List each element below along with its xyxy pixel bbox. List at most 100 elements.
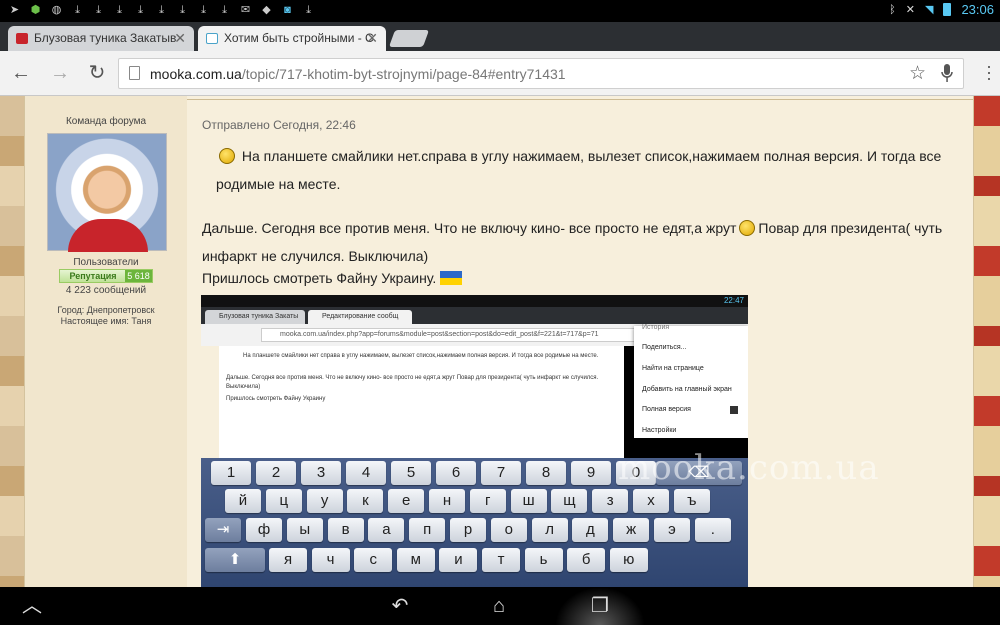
system-nav-bar: ︿ ↶ ⌂ ❐ — [0, 587, 1000, 625]
tab-key-icon: ⇥ — [205, 518, 241, 542]
keyboard-key: ф — [246, 518, 282, 542]
back-nav-icon[interactable]: ↶ — [380, 593, 420, 619]
keyboard-key: 1 — [211, 461, 251, 485]
screenshot-status-bar: 22:47 — [201, 295, 748, 307]
tab-2[interactable]: Хотим быть стройными - С ✕ — [198, 26, 386, 51]
app-icon: ◙ — [284, 4, 291, 16]
keyboard-key: 4 — [346, 461, 386, 485]
download-icon: ⤓ — [75, 4, 80, 16]
reload-button[interactable]: ↻ — [84, 61, 110, 87]
tab-title: Блузовая туника Закатыв — [34, 31, 177, 45]
checkbox-checked-icon — [730, 406, 738, 414]
keyboard-key: ш — [510, 489, 547, 513]
tab-1[interactable]: Блузовая туника Закатыв ✕ — [8, 26, 194, 51]
screenshot-clock: 22:47 — [723, 296, 744, 305]
home-icon[interactable]: ⌂ — [479, 593, 519, 619]
recent-apps-icon[interactable]: ❐ — [580, 593, 620, 619]
keyboard-key: е — [388, 489, 425, 513]
screenshot-tab-1: Блузовая туника Закаты — [205, 310, 305, 324]
forward-button[interactable]: → — [47, 61, 73, 87]
keyboard-key: т — [482, 548, 520, 572]
app-icon: ◆ — [262, 4, 271, 16]
keyboard-key: у — [306, 489, 343, 513]
avatar[interactable] — [47, 133, 167, 252]
keyboard-key: и — [439, 548, 478, 572]
keyboard-key: 7 — [481, 461, 521, 485]
post-text-2a: Дальше. Сегодня все против меня. Что не … — [202, 220, 737, 236]
bluetooth-icon: ᛒ — [889, 3, 896, 16]
battery-icon — [943, 3, 952, 16]
keyboard-key: л — [531, 518, 568, 542]
keyboard-key: ч — [311, 548, 350, 572]
page-icon — [129, 66, 140, 80]
screenshot-tabs: Блузовая туника Закаты Редактирование со… — [201, 307, 748, 324]
address-bar[interactable]: mooka.com.ua/topic/717-khotim-byt-strojn… — [118, 58, 964, 89]
bookmark-star-icon[interactable]: ☆ — [909, 62, 926, 85]
screenshot-tab-2: Редактирование сообщ — [308, 310, 412, 324]
shift-key-icon: ⬆ — [205, 548, 265, 572]
keyboard-key: ъ — [673, 489, 710, 513]
screenshot-url: mooka.com.ua/index.php?app=forums&module… — [261, 328, 691, 342]
hide-keyboard-icon[interactable]: ︿ — [12, 593, 52, 619]
screenshot-menu-item: История — [642, 324, 670, 331]
keyboard-key: ц — [265, 489, 302, 513]
keyboard-key: а — [368, 518, 405, 542]
avatar-figure — [68, 219, 148, 252]
url-text: mooka.com.ua/topic/717-khotim-byt-strojn… — [150, 66, 566, 82]
keyboard-key: я — [269, 548, 307, 572]
keyboard-key: 2 — [256, 461, 296, 485]
keyboard-key: 6 — [436, 461, 476, 485]
keyboard-key: щ — [551, 489, 588, 513]
close-icon[interactable]: ✕ — [174, 30, 186, 47]
keyboard-key: г — [469, 489, 506, 513]
author-city: Город: Днепропетровск — [57, 305, 155, 315]
keyboard-key: р — [450, 518, 486, 542]
clock: 23:06 — [961, 2, 994, 17]
back-button[interactable]: ← — [8, 61, 34, 87]
overflow-menu-icon[interactable]: · · · — [986, 57, 992, 87]
screenshot-menu-item: Полная версия — [642, 406, 691, 413]
author-sidebar: Команда форума Пользователи Репутация 5 … — [25, 96, 187, 587]
embedded-screenshot[interactable]: 22:47 Блузовая туника Закаты Редактирова… — [201, 295, 748, 587]
author-group: Пользователи — [73, 257, 139, 268]
keyboard-key: 3 — [301, 461, 341, 485]
site-favicon-icon — [206, 33, 218, 44]
screenshot-menu-item: Добавить на главный экран — [642, 386, 732, 393]
screenshot-line-1: На планшете смайлики нет справа в углу н… — [243, 353, 599, 359]
ukraine-flag-smiley-icon — [440, 271, 463, 285]
download-icon: ⤓ — [96, 4, 101, 16]
post-timestamp: Отправлено Сегодня, 22:46 — [202, 118, 356, 132]
status-bar: ➤ ⬢ ◍ ⤓ ⤓ ⤓ ⤓ ⤓ ⤓ ⤓ ⤓ ✉ ◆ ◙ ⤓ ᛒ ✕ ◥ 23:0… — [0, 0, 1000, 22]
keyboard-key: э — [654, 518, 690, 542]
keyboard-key: п — [409, 518, 446, 542]
watermark: mooka.com.ua — [618, 448, 880, 488]
post-paragraph-2: Дальше. Сегодня все против меня. Что не … — [202, 214, 972, 270]
new-tab-button[interactable] — [388, 30, 430, 47]
screenshot-editor: На планшете смайлики нет справа в углу н… — [219, 346, 624, 458]
post-paragraph-3: Пришлось смотреть Файну Украину. — [202, 264, 972, 292]
keyboard-key: х — [633, 489, 669, 513]
smiley-icon — [219, 148, 235, 164]
download-icon: ⤓ — [180, 4, 185, 16]
message-count: 4 223 сообщений — [65, 285, 147, 296]
keyboard-key: в — [327, 518, 364, 542]
reputation-value: 5 618 — [125, 270, 152, 282]
url-domain: mooka.com.ua — [150, 66, 242, 82]
keyboard-key: к — [347, 489, 384, 513]
notification-icons: ➤ ⬢ ◍ ⤓ ⤓ ⤓ ⤓ ⤓ ⤓ ⤓ ⤓ ✉ ◆ ◙ ⤓ — [8, 3, 315, 17]
close-icon[interactable]: ✕ — [366, 30, 378, 47]
keyboard-key: ы — [286, 518, 323, 542]
shield-icon: ⬢ — [30, 4, 41, 16]
keyboard-key: б — [567, 548, 606, 572]
screenshot-line-4: Пришлось смотреть Файну Украину — [226, 396, 326, 402]
screenshot-line-2: Дальше. Сегодня все против меня. Что не … — [226, 375, 599, 381]
microphone-icon[interactable] — [941, 64, 953, 83]
screenshot-page-margin — [201, 346, 219, 458]
telegram-icon: ➤ — [9, 4, 20, 16]
post-text-1: На планшете смайлики нет.справа в углу н… — [216, 148, 942, 192]
download-icon: ⤓ — [306, 4, 311, 16]
screenshot-menu-item: Найти на странице — [642, 365, 704, 372]
author-real-name: Настоящее имя: Таня — [60, 316, 152, 326]
keyboard-key: м — [396, 548, 435, 572]
screenshot-line-3: Выключила) — [226, 384, 261, 390]
